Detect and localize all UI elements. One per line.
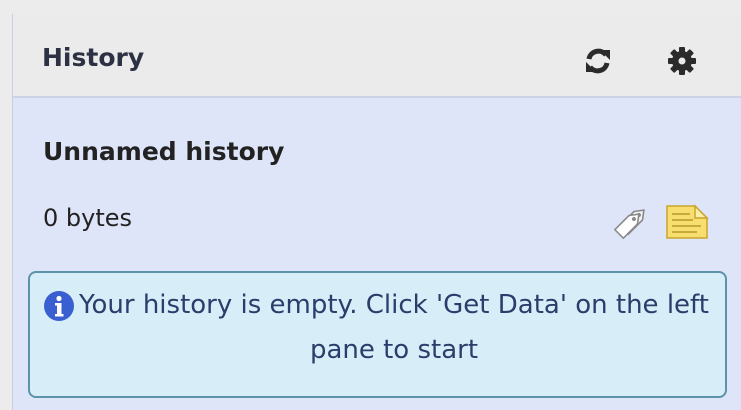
empty-history-message: Your history is empty. Click 'Get Data' …	[28, 271, 727, 398]
gear-icon[interactable]	[667, 46, 697, 76]
annotation-icon[interactable]	[665, 204, 709, 240]
refresh-icon[interactable]	[583, 46, 613, 76]
tags-icon[interactable]	[613, 200, 654, 240]
info-icon	[43, 290, 75, 322]
history-size: 0 bytes	[43, 204, 133, 232]
window-frame: History Unnamed history 0 bytes Your his…	[0, 0, 741, 410]
panel-title: History	[42, 43, 145, 72]
panel-header: History	[13, 14, 741, 98]
history-panel: History Unnamed history 0 bytes Your his…	[12, 14, 741, 410]
empty-history-text: Your history is empty. Click 'Get Data' …	[79, 290, 709, 365]
history-name[interactable]: Unnamed history	[43, 137, 284, 166]
